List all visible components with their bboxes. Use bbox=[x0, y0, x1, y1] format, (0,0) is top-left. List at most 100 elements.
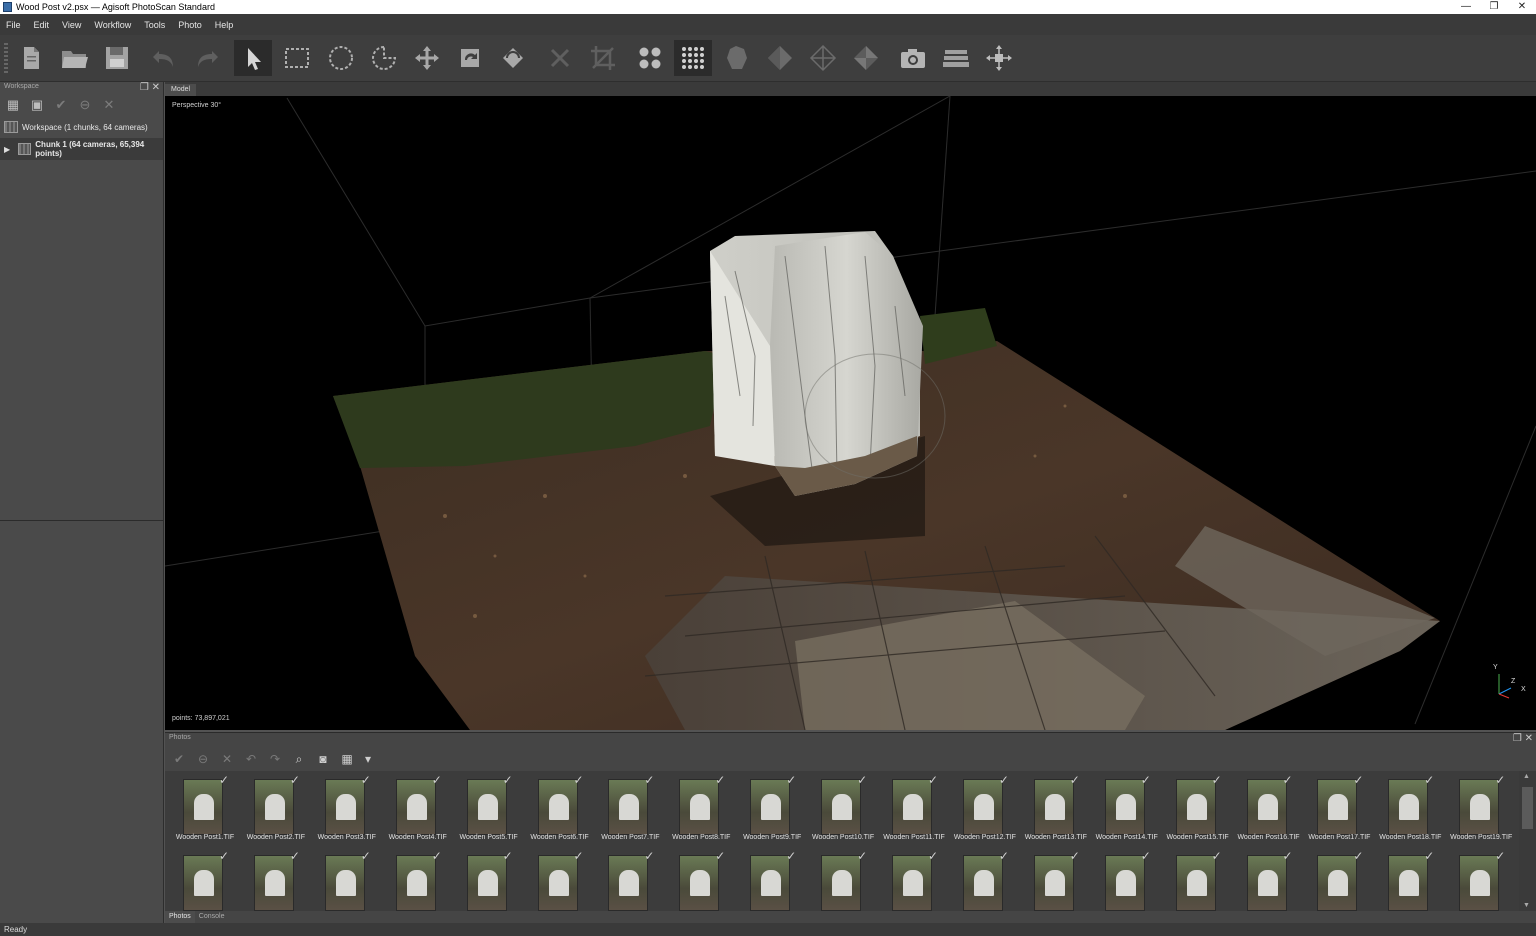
menu-photo[interactable]: Photo bbox=[178, 20, 202, 30]
wireframe-model-button[interactable] bbox=[804, 40, 842, 76]
tree-item-chunk-1[interactable]: ▶ Chunk 1 (64 cameras, 65,394 points) bbox=[0, 138, 163, 160]
model-viewport[interactable]: Perspective 30° points: 73,897,021 Y Z X bbox=[165, 96, 1536, 730]
remove-cameras-icon[interactable]: ✕ bbox=[219, 751, 235, 767]
find-icon[interactable]: ⌕ bbox=[291, 751, 307, 767]
delete-selection-button[interactable] bbox=[541, 40, 579, 76]
photo-thumbnail[interactable]: ✓ Wooden Post5.TIF bbox=[453, 771, 523, 845]
view-mode-icon[interactable]: ▦ bbox=[339, 751, 355, 767]
new-button[interactable] bbox=[12, 40, 50, 76]
open-button[interactable] bbox=[55, 40, 93, 76]
menu-workflow[interactable]: Workflow bbox=[94, 20, 131, 30]
menu-edit[interactable]: Edit bbox=[34, 20, 50, 30]
menu-file[interactable]: File bbox=[6, 20, 21, 30]
photo-thumbnail[interactable]: ✓ bbox=[311, 847, 381, 911]
photo-thumbnail[interactable]: ✓ bbox=[878, 847, 948, 911]
circle-selection-button[interactable] bbox=[322, 40, 360, 76]
tree-item-workspace[interactable]: Workspace (1 chunks, 64 cameras) bbox=[0, 116, 163, 138]
point-cloud-button[interactable] bbox=[631, 40, 669, 76]
photo-thumbnail[interactable]: ✓ Wooden Post19.TIF bbox=[1445, 771, 1515, 845]
restore-button[interactable]: ❐ bbox=[1480, 0, 1508, 14]
photo-thumbnail[interactable]: ✓ bbox=[1162, 847, 1232, 911]
disable-cameras-icon[interactable]: ⊖ bbox=[195, 751, 211, 767]
undo-button[interactable] bbox=[145, 40, 183, 76]
check-icon: ✓ bbox=[715, 773, 726, 787]
photo-thumbnail[interactable]: ✓ bbox=[382, 847, 452, 911]
photo-thumbnail[interactable]: ✓ bbox=[665, 847, 735, 911]
rotate-region-button[interactable] bbox=[451, 40, 489, 76]
minimize-button[interactable]: — bbox=[1452, 0, 1480, 14]
redo-button[interactable] bbox=[188, 40, 226, 76]
close-button[interactable]: ✕ bbox=[1508, 0, 1536, 14]
solid-model-button[interactable] bbox=[761, 40, 799, 76]
photo-thumbnail[interactable]: ✓ Wooden Post3.TIF bbox=[311, 771, 381, 845]
free-form-selection-button[interactable] bbox=[365, 40, 403, 76]
photo-thumbnail[interactable]: ✓ Wooden Post10.TIF bbox=[807, 771, 877, 845]
photo-thumbnail[interactable]: ✓ Wooden Post12.TIF bbox=[949, 771, 1019, 845]
photo-thumbnail[interactable]: ✓ bbox=[1020, 847, 1090, 911]
scroll-down-icon[interactable]: ▼ bbox=[1523, 902, 1530, 909]
photo-thumbnail[interactable]: ✓ bbox=[1445, 847, 1515, 911]
photo-thumbnail[interactable]: ✓ bbox=[1091, 847, 1161, 911]
mask-icon[interactable]: ◙ bbox=[315, 751, 331, 767]
photo-thumbnail[interactable]: ✓ Wooden Post11.TIF bbox=[878, 771, 948, 845]
photo-thumbnail[interactable]: ✓ Wooden Post18.TIF bbox=[1374, 771, 1444, 845]
rectangle-selection-button[interactable] bbox=[278, 40, 316, 76]
menu-help[interactable]: Help bbox=[215, 20, 234, 30]
show-layers-button[interactable] bbox=[937, 40, 975, 76]
photo-thumbnail[interactable]: ✓ Wooden Post15.TIF bbox=[1162, 771, 1232, 845]
photo-thumbnail[interactable]: ✓ Wooden Post1.TIF bbox=[169, 771, 239, 845]
photo-thumbnail[interactable]: ✓ bbox=[1374, 847, 1444, 911]
photo-thumbnail[interactable]: ✓ bbox=[524, 847, 594, 911]
shaded-model-button[interactable] bbox=[718, 40, 756, 76]
enable-icon[interactable]: ✔ bbox=[52, 96, 70, 114]
photo-thumbnail[interactable]: ✓ Wooden Post13.TIF bbox=[1020, 771, 1090, 845]
expand-arrow-icon[interactable]: ▶ bbox=[4, 145, 10, 154]
photo-thumbnail[interactable]: ✓ bbox=[736, 847, 806, 911]
remove-icon[interactable]: ✕ bbox=[100, 96, 118, 114]
photo-thumbnail[interactable]: ✓ Wooden Post4.TIF bbox=[382, 771, 452, 845]
photo-thumbnail[interactable]: ✓ Wooden Post8.TIF bbox=[665, 771, 735, 845]
rotate-left-icon[interactable]: ↶ bbox=[243, 751, 259, 767]
save-button[interactable] bbox=[98, 40, 136, 76]
photo-thumbnail[interactable]: ✓ bbox=[453, 847, 523, 911]
resize-region-button[interactable] bbox=[494, 40, 532, 76]
photos-scrollbar[interactable]: ▲ ▼ bbox=[1519, 771, 1536, 911]
menu-tools[interactable]: Tools bbox=[144, 20, 165, 30]
add-photos-icon[interactable]: ▣ bbox=[28, 96, 46, 114]
float-icon[interactable]: ❐ bbox=[140, 82, 149, 93]
dense-cloud-button[interactable] bbox=[674, 40, 712, 76]
float-icon[interactable]: ❐ bbox=[1513, 733, 1522, 744]
panel-divider[interactable] bbox=[0, 520, 164, 521]
photo-thumbnail[interactable]: ✓ bbox=[1233, 847, 1303, 911]
menu-view[interactable]: View bbox=[62, 20, 81, 30]
photo-thumbnail[interactable]: ✓ bbox=[240, 847, 310, 911]
rotate-right-icon[interactable]: ↷ bbox=[267, 751, 283, 767]
photo-thumbnail[interactable]: ✓ Wooden Post7.TIF bbox=[594, 771, 664, 845]
photo-thumbnail[interactable]: ✓ Wooden Post9.TIF bbox=[736, 771, 806, 845]
dropdown-arrow-icon[interactable]: ▾ bbox=[363, 751, 373, 767]
photo-thumbnail[interactable]: ✓ Wooden Post17.TIF bbox=[1303, 771, 1373, 845]
enable-cameras-icon[interactable]: ✔ bbox=[171, 751, 187, 767]
photo-thumbnail[interactable]: ✓ bbox=[594, 847, 664, 911]
move-region-button[interactable] bbox=[408, 40, 446, 76]
add-chunk-icon[interactable]: ▦ bbox=[4, 96, 22, 114]
toolbar-grip[interactable] bbox=[4, 43, 8, 73]
navigation-button[interactable] bbox=[234, 40, 272, 76]
scroll-up-icon[interactable]: ▲ bbox=[1523, 773, 1530, 780]
photo-thumbnail[interactable]: ✓ bbox=[807, 847, 877, 911]
close-icon[interactable]: ✕ bbox=[152, 82, 160, 93]
photo-thumbnail[interactable]: ✓ bbox=[949, 847, 1019, 911]
photo-thumbnail[interactable]: ✓ bbox=[1303, 847, 1373, 911]
photo-thumbnail[interactable]: ✓ Wooden Post2.TIF bbox=[240, 771, 310, 845]
photo-thumbnail[interactable]: ✓ Wooden Post6.TIF bbox=[524, 771, 594, 845]
textured-model-button[interactable] bbox=[847, 40, 885, 76]
disable-icon[interactable]: ⊖ bbox=[76, 96, 94, 114]
photo-thumbnail[interactable]: ✓ bbox=[169, 847, 239, 911]
close-icon[interactable]: ✕ bbox=[1525, 733, 1533, 744]
crop-selection-button[interactable] bbox=[584, 40, 622, 76]
scroll-thumb[interactable] bbox=[1522, 787, 1533, 829]
reset-view-button[interactable] bbox=[980, 40, 1018, 76]
photo-thumbnail[interactable]: ✓ Wooden Post14.TIF bbox=[1091, 771, 1161, 845]
show-cameras-button[interactable] bbox=[894, 40, 932, 76]
photo-thumbnail[interactable]: ✓ Wooden Post16.TIF bbox=[1233, 771, 1303, 845]
